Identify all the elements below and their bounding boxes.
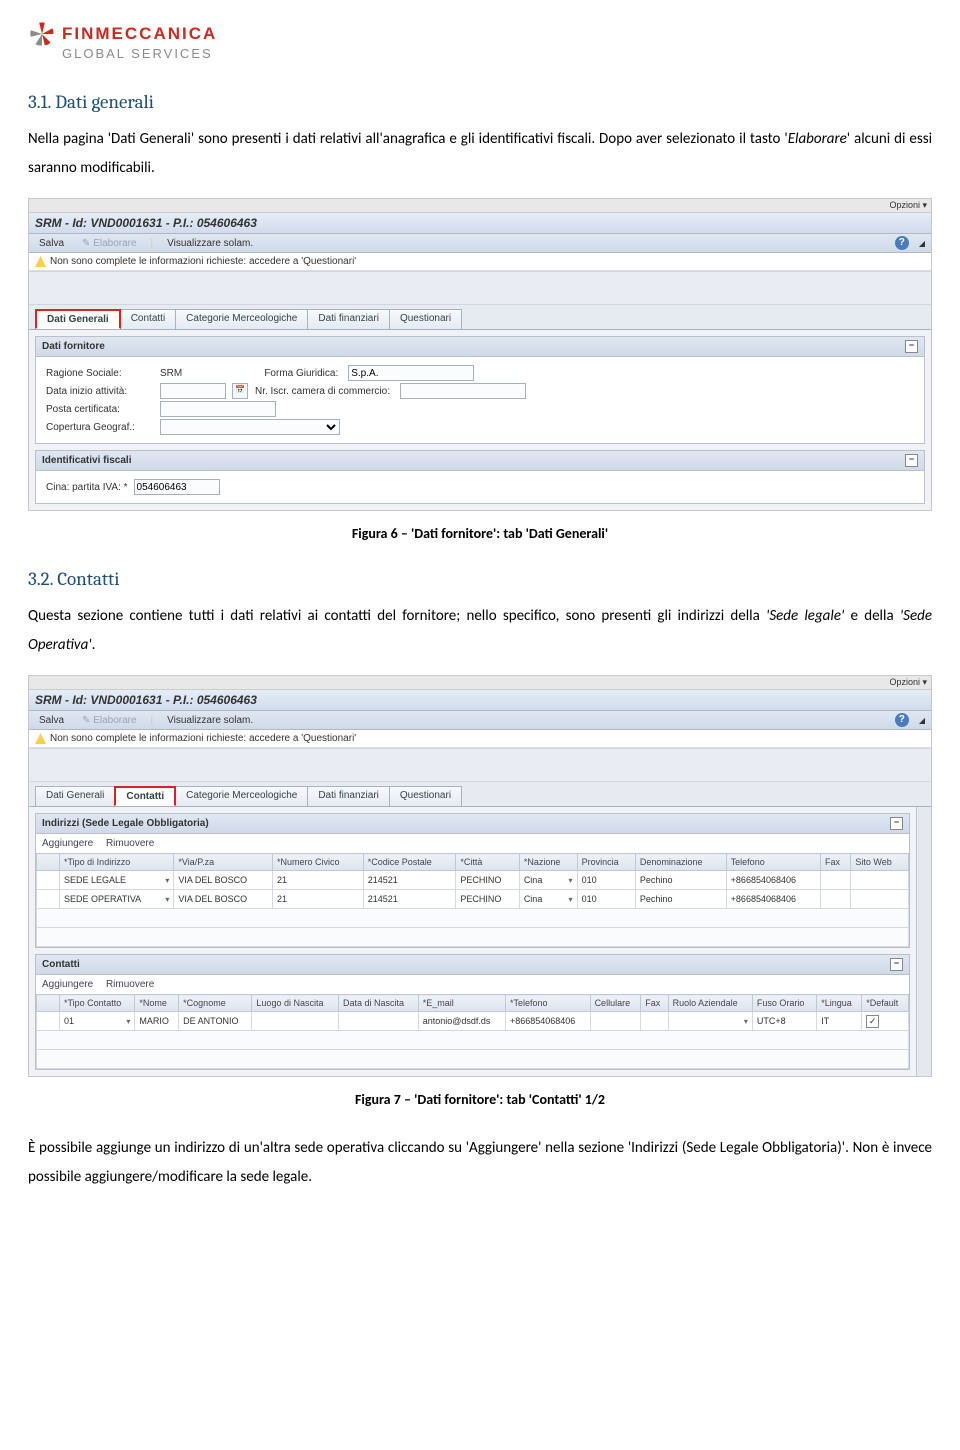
collapse-icon[interactable]: ◢ <box>919 239 925 248</box>
tab-dati-generali[interactable]: Dati Generali <box>35 309 121 329</box>
tab-contatti[interactable]: Contatti <box>114 786 176 806</box>
collapse-icon[interactable]: − <box>905 454 918 467</box>
screenshot-dati-generali: Opzioni ▾ SRM - Id: VND0001631 - P.I.: 0… <box>28 198 932 511</box>
options-link[interactable]: Opzioni ▾ <box>29 199 931 213</box>
tab-dati-finanziari[interactable]: Dati finanziari <box>307 786 390 806</box>
section-3-1-heading: 3.1. Dati generali <box>28 91 932 113</box>
salva-button[interactable]: Salva <box>35 237 68 250</box>
table-row[interactable]: SEDE LEGALE▾ VIA DEL BOSCO 21 214521 PEC… <box>37 871 909 890</box>
partita-iva-label: Cina: partita IVA: * <box>46 482 128 493</box>
help-icon[interactable]: ? <box>895 713 909 727</box>
section-3-2-paragraph: Questa sezione contiene tutti i dati rel… <box>28 602 932 659</box>
warning-banner: Non sono complete le informazioni richie… <box>29 730 931 748</box>
chevron-down-icon[interactable]: ▾ <box>569 876 573 885</box>
tab-questionari[interactable]: Questionari <box>389 309 462 329</box>
company-logo: FINMECCANICA GLOBAL SERVICES <box>28 20 932 61</box>
warning-icon <box>35 256 46 267</box>
footer-paragraph: È possibile aggiunge un indirizzo di un'… <box>28 1134 932 1191</box>
tab-dati-finanziari[interactable]: Dati finanziari <box>307 309 390 329</box>
salva-button[interactable]: Salva <box>35 714 68 727</box>
panel-indirizzi-title: Indirizzi (Sede Legale Obbligatoria) <box>42 818 209 829</box>
posta-certificata-input[interactable] <box>160 401 276 417</box>
aggiungere-link[interactable]: Aggiungere <box>42 979 93 990</box>
iscr-commercio-label: Nr. Iscr. camera di commercio: <box>254 386 394 397</box>
collapse-icon[interactable]: − <box>905 340 918 353</box>
visualizzare-button[interactable]: Visualizzare solam. <box>163 237 257 250</box>
ragione-sociale-value: SRM <box>160 368 182 379</box>
data-inizio-label: Data inizio attività: <box>46 386 154 397</box>
scrollbar[interactable] <box>916 807 931 1076</box>
copertura-geo-select[interactable] <box>160 419 340 435</box>
fan-icon <box>28 20 56 48</box>
warning-banner: Non sono complete le informazioni richie… <box>29 253 931 271</box>
panel-dati-fornitore-title: Dati fornitore <box>42 341 105 352</box>
section-3-1-paragraph: Nella pagina 'Dati Generali' sono presen… <box>28 125 932 182</box>
panel-identificativi-title: Identificativi fiscali <box>42 455 131 466</box>
chevron-down-icon[interactable]: ▾ <box>569 895 573 904</box>
tab-categorie[interactable]: Categorie Merceologiche <box>175 786 308 806</box>
logo-subtitle: GLOBAL SERVICES <box>62 46 932 61</box>
warning-icon <box>35 733 46 744</box>
copertura-geo-label: Copertura Geograf.: <box>46 422 154 433</box>
rimuovere-link[interactable]: Rimuovere <box>106 979 154 990</box>
chevron-down-icon[interactable]: ▾ <box>744 1017 748 1026</box>
chevron-down-icon[interactable]: ▾ <box>165 876 169 885</box>
chevron-down-icon[interactable]: ▾ <box>165 895 169 904</box>
screenshot-contatti: Opzioni ▾ SRM - Id: VND0001631 - P.I.: 0… <box>28 675 932 1077</box>
srm-window-title: SRM - Id: VND0001631 - P.I.: 054606463 <box>29 690 931 711</box>
elaborare-button[interactable]: ✎ Elaborare <box>78 714 141 727</box>
table-row[interactable]: 01▾ MARIO DE ANTONIO antonio@dsdf.ds +86… <box>37 1012 909 1031</box>
figure-6-caption: Figura 6 – 'Dati fornitore': tab 'Dati G… <box>28 525 932 542</box>
chevron-down-icon[interactable]: ▾ <box>126 1017 130 1026</box>
posta-certificata-label: Posta certificata: <box>46 404 154 415</box>
collapse-icon[interactable]: ◢ <box>919 716 925 725</box>
help-icon[interactable]: ? <box>895 236 909 250</box>
ragione-sociale-label: Ragione Sociale: <box>46 368 154 379</box>
options-link[interactable]: Opzioni ▾ <box>29 676 931 690</box>
visualizzare-button[interactable]: Visualizzare solam. <box>163 714 257 727</box>
forma-giuridica-input[interactable] <box>348 365 474 381</box>
rimuovere-link[interactable]: Rimuovere <box>106 838 154 849</box>
data-inizio-input[interactable] <box>160 383 226 399</box>
calendar-icon[interactable]: 📅 <box>232 383 248 399</box>
tabs-bar: Dati Generali Contatti Categorie Merceol… <box>29 305 931 330</box>
section-3-2-heading: 3.2. Contatti <box>28 568 932 590</box>
tab-contatti[interactable]: Contatti <box>120 309 176 329</box>
logo-brand-text: FINMECCANICA <box>62 24 217 44</box>
figure-7-caption: Figura 7 – 'Dati fornitore': tab 'Contat… <box>28 1091 932 1108</box>
tab-dati-generali[interactable]: Dati Generali <box>35 786 115 806</box>
tab-questionari[interactable]: Questionari <box>389 786 462 806</box>
aggiungere-link[interactable]: Aggiungere <box>42 838 93 849</box>
contatti-table: *Tipo Contatto *Nome *Cognome Luogo di N… <box>36 994 909 1069</box>
forma-giuridica-label: Forma Giuridica: <box>188 368 342 379</box>
partita-iva-input[interactable] <box>134 479 220 495</box>
tab-categorie[interactable]: Categorie Merceologiche <box>175 309 308 329</box>
tabs-bar: Dati Generali Contatti Categorie Merceol… <box>29 782 931 807</box>
iscr-commercio-input[interactable] <box>400 383 526 399</box>
collapse-icon[interactable]: − <box>890 817 903 830</box>
collapse-icon[interactable]: − <box>890 958 903 971</box>
srm-window-title: SRM - Id: VND0001631 - P.I.: 054606463 <box>29 213 931 234</box>
elaborare-button[interactable]: ✎ Elaborare <box>78 237 141 250</box>
panel-contatti-title: Contatti <box>42 959 80 970</box>
default-checkbox[interactable]: ✓ <box>866 1015 879 1028</box>
table-row[interactable]: SEDE OPERATIVA▾ VIA DEL BOSCO 21 214521 … <box>37 890 909 909</box>
indirizzi-table: *Tipo di Indirizzo *Via/P.za *Numero Civ… <box>36 853 909 947</box>
